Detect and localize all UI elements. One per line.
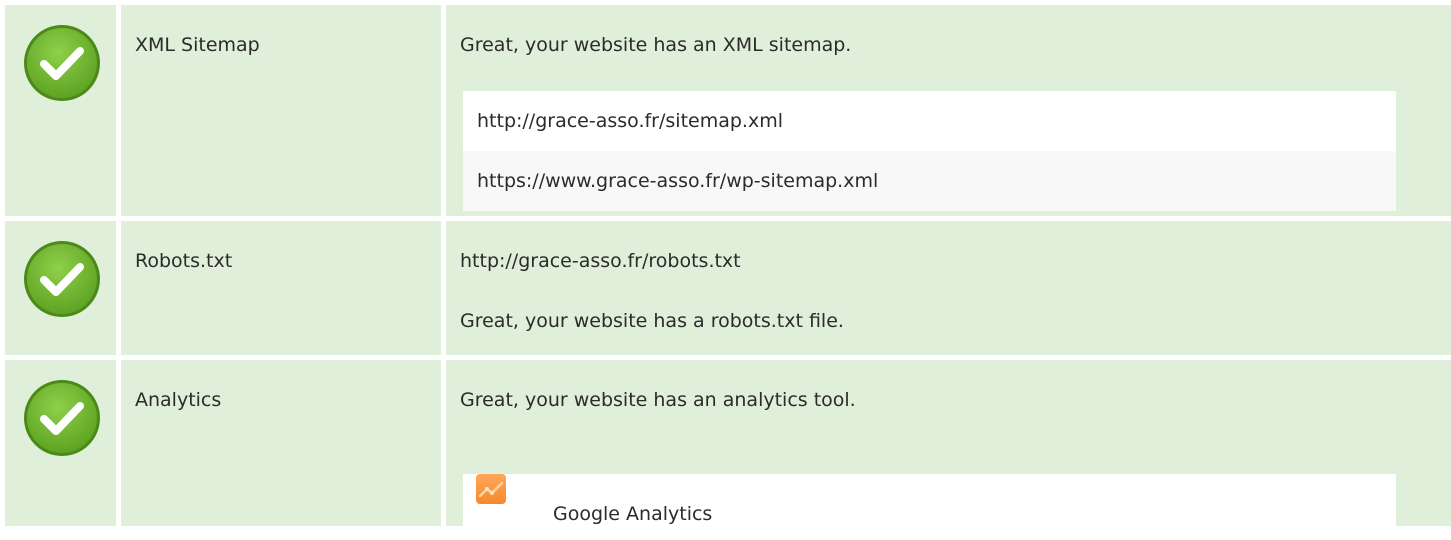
label-cell: Robots.txt [121,221,441,355]
status-message: Great, your website has a robots.txt fil… [460,310,844,332]
label-cell: XML Sitemap [121,5,441,216]
sitemap-url-list: http://grace-asso.fr/sitemap.xml https:/… [463,91,1396,211]
sitemap-url-item: http://grace-asso.fr/sitemap.xml [463,91,1396,151]
check-label: Analytics [135,389,222,411]
row-analytics: Analytics Great, your website has an ana… [0,360,1451,540]
content-cell: http://grace-asso.fr/robots.txt Great, y… [446,221,1451,355]
check-circle-icon [24,25,100,101]
status-message: Great, your website has an XML sitemap. [460,34,852,56]
google-analytics-icon [476,474,506,504]
status-cell [5,360,116,526]
check-circle-icon [24,241,100,317]
row-robots-txt: Robots.txt http://grace-asso.fr/robots.t… [0,221,1451,355]
sitemap-url-item: https://www.grace-asso.fr/wp-sitemap.xml [463,151,1396,211]
status-cell [5,5,116,216]
content-cell: Great, your website has an analytics too… [446,360,1451,540]
status-cell [5,221,116,355]
status-message: Great, your website has an analytics too… [460,389,856,411]
analytics-tool-name: Google Analytics [553,503,713,525]
check-circle-icon [24,380,100,456]
analytics-tool-item: Google Analytics [463,474,1396,540]
content-cell: Great, your website has an XML sitemap. … [446,5,1451,216]
seo-checklist-table: XML Sitemap Great, your website has an X… [0,0,1451,540]
robots-url: http://grace-asso.fr/robots.txt [460,250,741,272]
check-label: XML Sitemap [135,34,260,56]
check-label: Robots.txt [135,250,233,272]
label-cell: Analytics [121,360,441,526]
row-xml-sitemap: XML Sitemap Great, your website has an X… [0,5,1451,216]
